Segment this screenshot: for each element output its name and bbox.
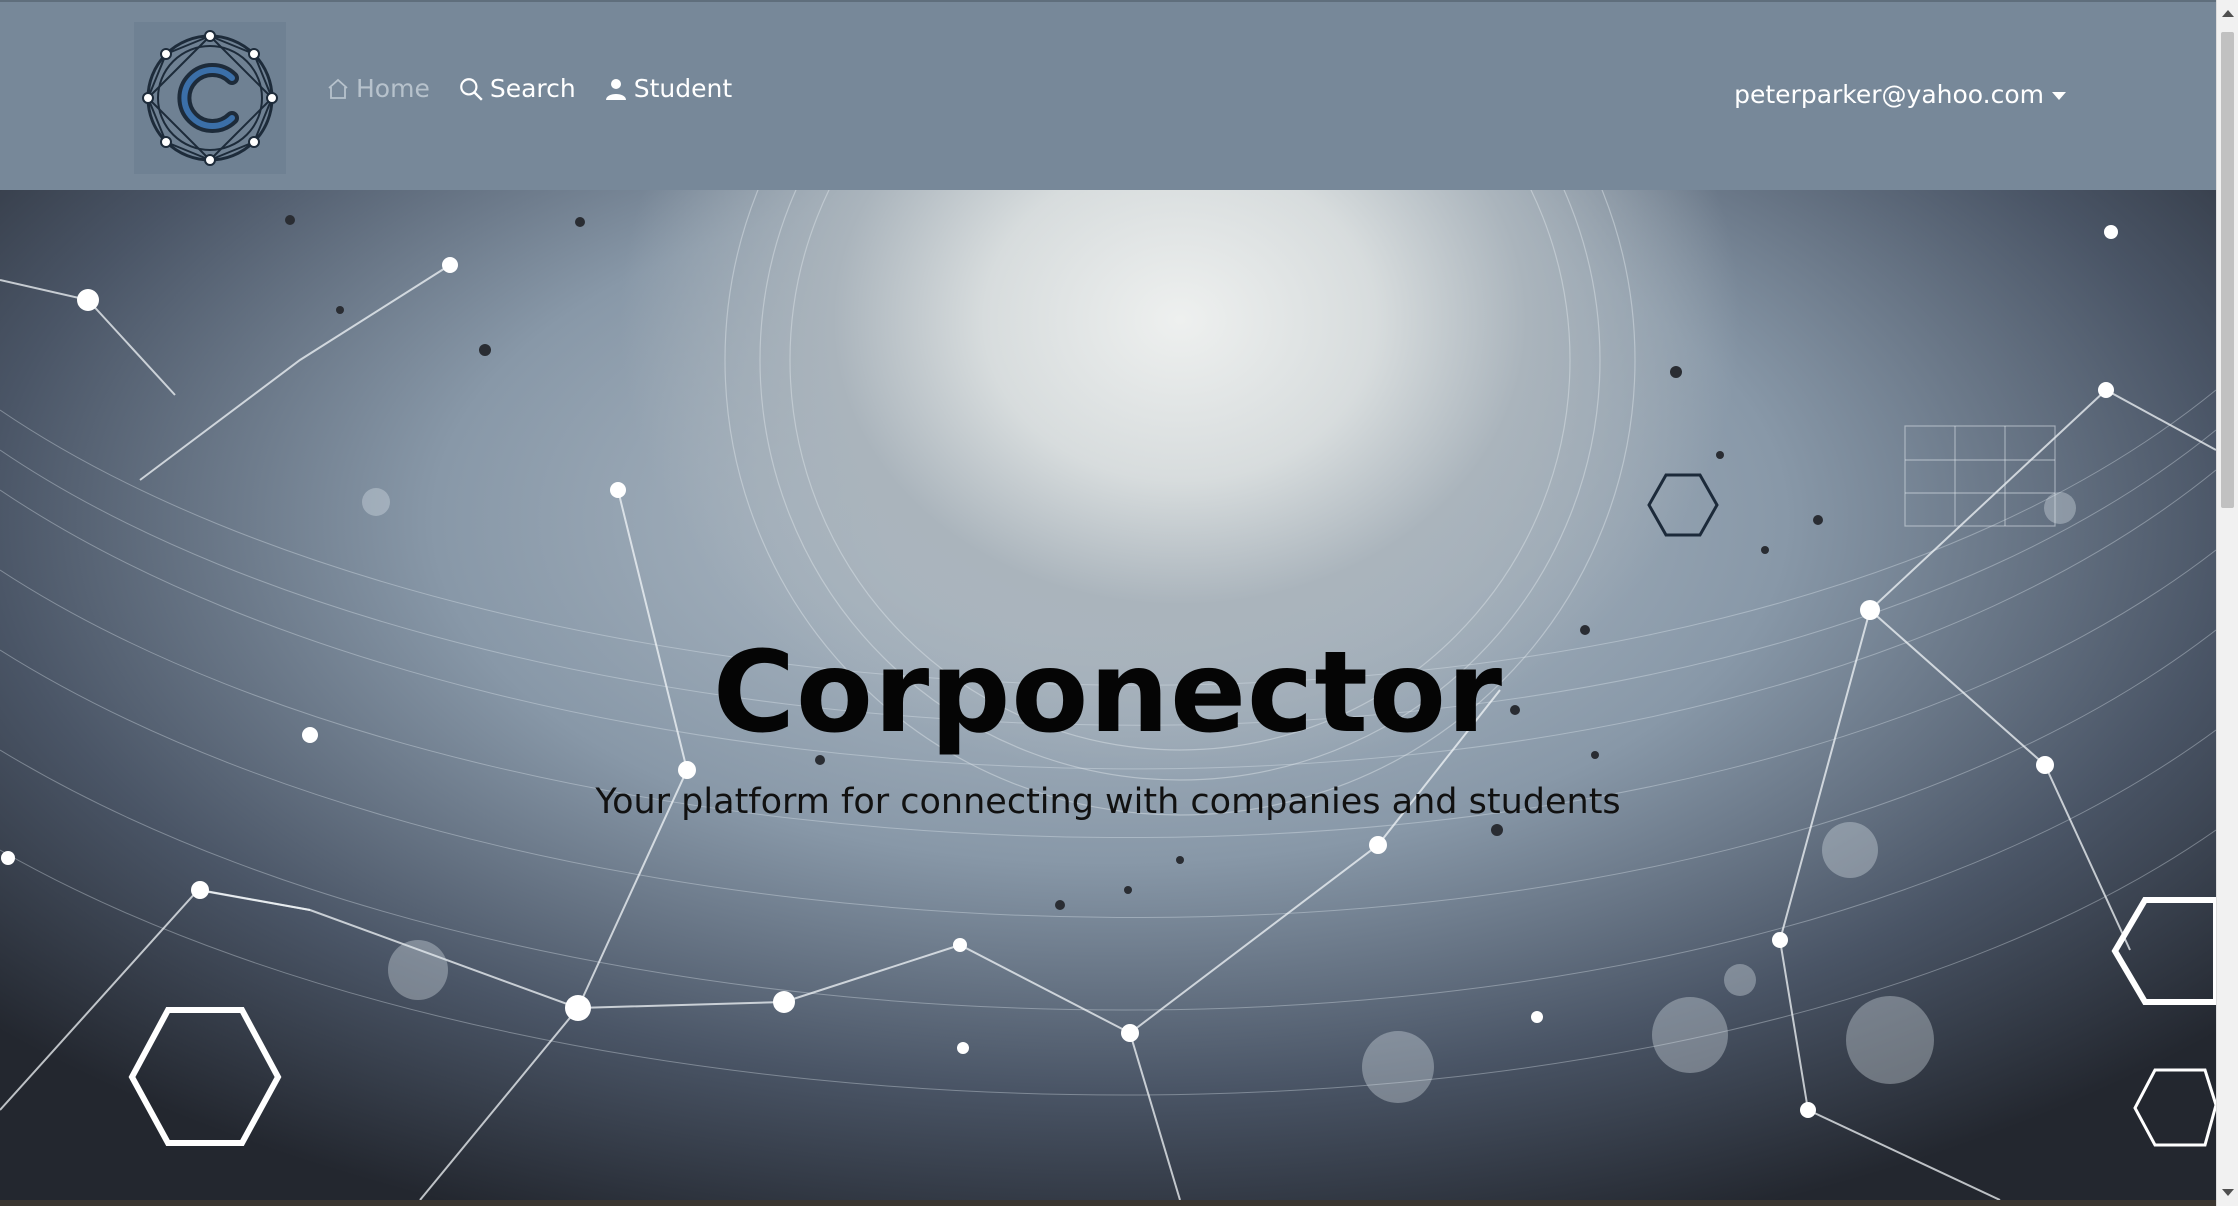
search-icon — [459, 77, 483, 101]
nav-search-label: Search — [489, 74, 576, 103]
scrollbar-thumb[interactable] — [2221, 32, 2234, 508]
nav-home-label: Home — [356, 74, 430, 103]
hero-title: Corponector — [712, 628, 1504, 758]
nav-links: Home Search Student — [326, 74, 732, 103]
bottom-border — [0, 1200, 2216, 1206]
page: Home Search Student peterparker@yahoo.co… — [0, 0, 2238, 1206]
home-icon — [328, 78, 348, 99]
hero-subtitle: Your platform for connecting with compan… — [595, 782, 1621, 822]
nav-search-link[interactable]: Search — [458, 74, 576, 103]
user-email: peterparker@yahoo.com — [1734, 80, 2044, 109]
vertical-scrollbar[interactable] — [2216, 0, 2238, 1206]
caret-down-icon — [2052, 91, 2066, 100]
hero-section: Corponector Your platform for connecting… — [0, 190, 2216, 1200]
scroll-up-arrow-icon[interactable] — [2222, 10, 2234, 17]
corponector-logo-icon — [142, 30, 278, 166]
person-icon — [605, 78, 626, 100]
nav-student-label: Student — [633, 74, 733, 103]
nav-student-link[interactable]: Student — [604, 74, 732, 103]
brand-logo[interactable] — [134, 22, 286, 174]
user-dropdown-toggle[interactable]: peterparker@yahoo.com — [1734, 80, 2066, 109]
scroll-down-arrow-icon[interactable] — [2222, 1189, 2234, 1196]
nav-home-link[interactable]: Home — [326, 74, 430, 103]
navbar: Home Search Student peterparker@yahoo.co… — [0, 0, 2216, 190]
